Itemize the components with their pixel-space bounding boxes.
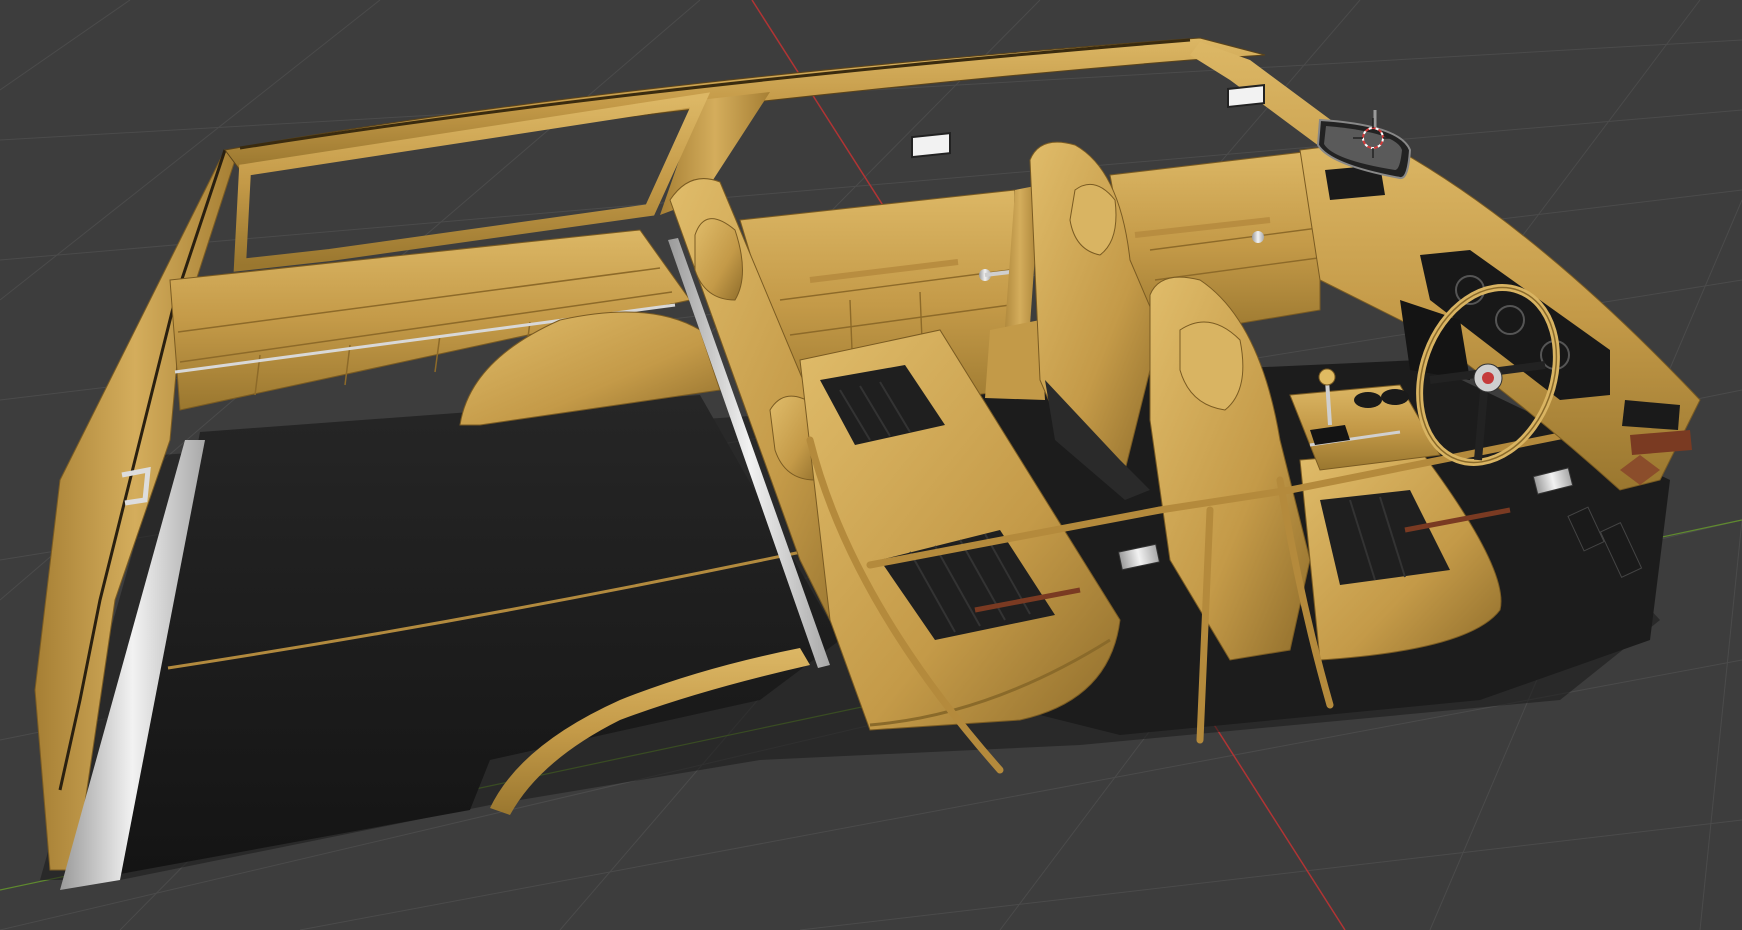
front-window-switch[interactable]: [1227, 84, 1265, 109]
cup-holder-1[interactable]: [1354, 392, 1382, 408]
viewport-scene[interactable]: [0, 0, 1742, 930]
dash-vent-right: [1622, 400, 1680, 430]
3d-viewport[interactable]: [0, 0, 1742, 930]
cup-holder-2[interactable]: [1381, 389, 1409, 405]
grid-line: [799, 819, 1742, 930]
rear-window-switch[interactable]: [911, 132, 951, 159]
grid-line: [0, 0, 131, 91]
front-door-handle[interactable]: [1252, 231, 1264, 243]
gear-shifter-knob[interactable]: [1318, 368, 1336, 386]
grid-line: [1699, 519, 1742, 930]
car-interior-model[interactable]: [34, 37, 1701, 890]
horn-emblem: [1482, 372, 1494, 384]
b-pillar-drape: [985, 320, 1045, 400]
